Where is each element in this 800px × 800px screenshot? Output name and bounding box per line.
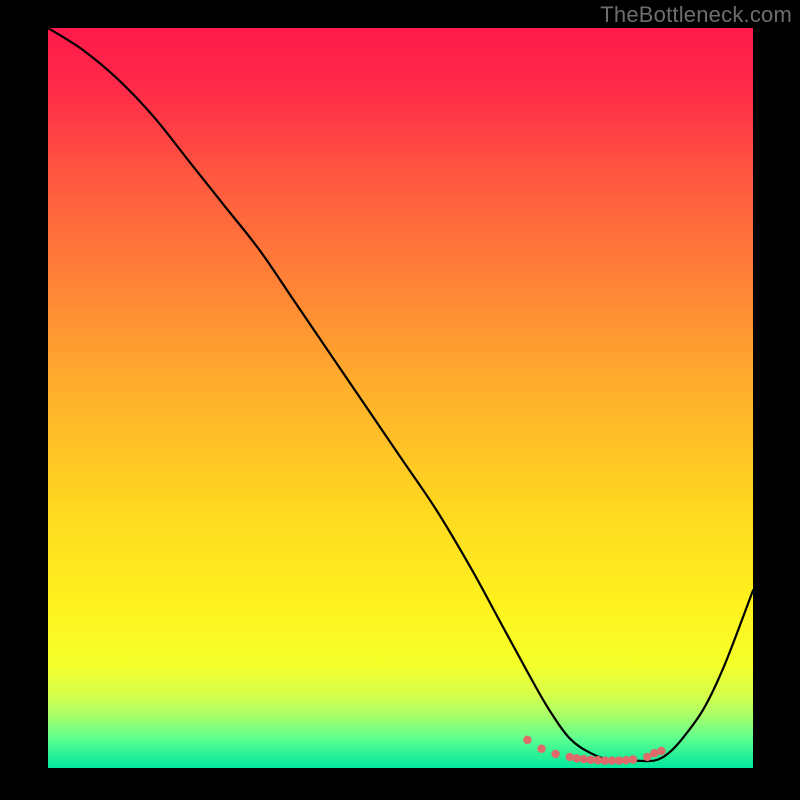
plot-background [48,28,753,768]
valley-dot [657,747,665,755]
valley-dot [629,755,637,763]
valley-dot [566,753,574,761]
valley-dot [523,736,531,744]
valley-dot [537,745,545,753]
valley-dot [551,750,559,758]
attribution-text: TheBottleneck.com [600,2,792,28]
chart-frame: TheBottleneck.com [0,0,800,800]
bottleneck-chart [0,0,800,800]
